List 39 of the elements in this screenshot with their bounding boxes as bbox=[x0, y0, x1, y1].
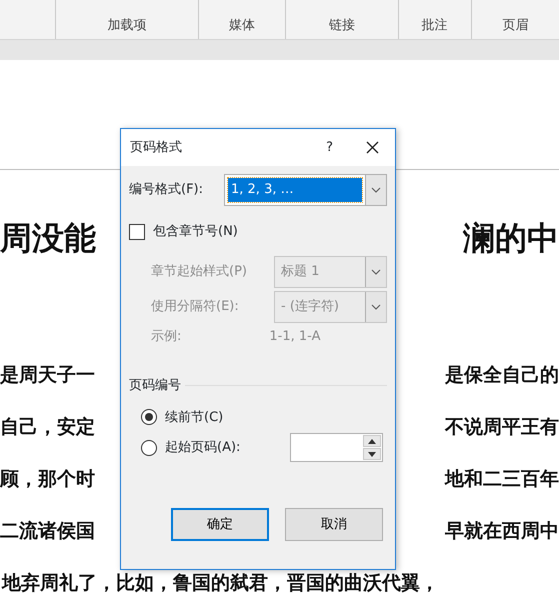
field-label: 章节起始样式(P) bbox=[151, 262, 247, 281]
example-value: 1-1, 1-A bbox=[269, 328, 320, 346]
checkbox-label: 包含章节号(N) bbox=[153, 223, 238, 241]
up-arrow-icon bbox=[368, 438, 376, 444]
body-text: 地弃周礼了，比如，鲁国的弑君，晋国的曲沃代翼， bbox=[2, 571, 439, 595]
body-text: 是周天子一 bbox=[0, 363, 95, 388]
chevron-icon bbox=[371, 187, 381, 193]
group-label: 媒体 bbox=[229, 16, 256, 34]
radio-button[interactable] bbox=[141, 409, 157, 426]
down-arrow-icon bbox=[368, 452, 376, 456]
checkbox[interactable] bbox=[129, 224, 145, 240]
body-text: 地和二三百年 bbox=[445, 467, 559, 492]
dropdown[interactable]: 1, 2, 3, … bbox=[224, 174, 387, 206]
group-label: 加载项 bbox=[108, 16, 147, 34]
dialog-button[interactable]: 确定 bbox=[171, 508, 269, 541]
radio-label: 起始页码(A): bbox=[165, 438, 240, 457]
body-text: 二流诸侯国 bbox=[0, 519, 95, 544]
dialog-title: 页码格式 bbox=[130, 138, 183, 157]
close-icon bbox=[366, 141, 378, 154]
body-text: 顾，那个时 bbox=[0, 467, 95, 492]
chevron-icon bbox=[371, 304, 381, 310]
section-title: 页码编号 bbox=[129, 377, 181, 395]
body-text: 自己，安定 bbox=[0, 415, 95, 440]
radio-button[interactable] bbox=[141, 440, 157, 456]
field-label: 使用分隔符(E): bbox=[151, 298, 239, 316]
group-label: 批注 bbox=[422, 16, 448, 34]
body-text: 早就在西周中 bbox=[445, 519, 559, 544]
dialog-button[interactable]: 取消 bbox=[285, 508, 383, 541]
group-label: 页眉 bbox=[502, 16, 528, 34]
help-button[interactable]: ? bbox=[310, 138, 349, 158]
field-label: 编号格式(F): bbox=[129, 181, 204, 200]
body-text: 是保全自己的 bbox=[445, 363, 559, 388]
heading-text: 澜的中 bbox=[463, 218, 559, 259]
group-label: 链接 bbox=[328, 16, 355, 34]
body-text: 不说周平王有 bbox=[445, 415, 559, 440]
chevron-icon bbox=[371, 268, 381, 274]
radio-label: 续前节(C) bbox=[165, 408, 224, 426]
example-label: 示例: bbox=[151, 328, 182, 346]
heading-text: 周没能 bbox=[0, 218, 96, 259]
